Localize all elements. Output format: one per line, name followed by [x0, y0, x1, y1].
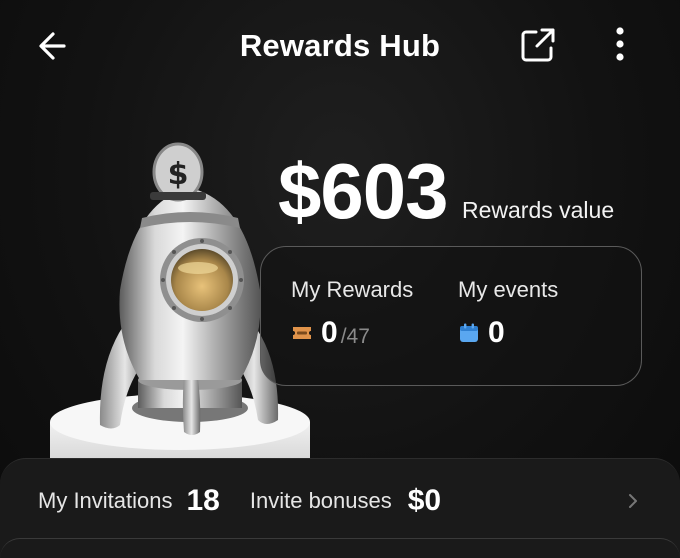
my-invitations-count: 18: [186, 484, 220, 517]
more-options-button[interactable]: [606, 24, 634, 66]
rewards-value-label: Rewards value: [461, 197, 615, 223]
page-title: Rewards Hub: [239, 28, 441, 63]
svg-text:$: $: [168, 157, 189, 192]
rewards-value-amount: $603: [278, 147, 449, 235]
top-bar: Rewards Hub: [0, 0, 680, 92]
calendar-icon: [460, 323, 478, 342]
share-button[interactable]: [516, 24, 560, 68]
invite-bonuses-value: $0: [407, 484, 442, 517]
chevron-right-icon: [629, 494, 637, 508]
next-section-edge: [0, 538, 680, 558]
rewards-value-summary: $603 Rewards value: [278, 146, 615, 235]
my-invitations-label: My Invitations: [38, 488, 173, 513]
ticket-icon: [293, 327, 311, 339]
external-link-icon: [521, 28, 555, 62]
my-rewards-value: 0: [321, 316, 338, 349]
my-rewards-stat[interactable]: My Rewards 0 /47: [291, 277, 413, 351]
my-events-value: 0: [488, 316, 505, 349]
my-events-stat[interactable]: My events 0: [458, 277, 558, 351]
invitations-row[interactable]: My Invitations 18 Invite bonuses $0: [38, 481, 648, 521]
my-events-label: My events: [458, 277, 559, 302]
stats-card: My Rewards 0 /47 My events 0: [260, 246, 642, 386]
more-vertical-icon: [616, 27, 624, 61]
my-rewards-label: My Rewards: [291, 277, 414, 302]
invite-bonuses-label: Invite bonuses: [249, 488, 392, 513]
my-rewards-total: /47: [340, 325, 370, 348]
